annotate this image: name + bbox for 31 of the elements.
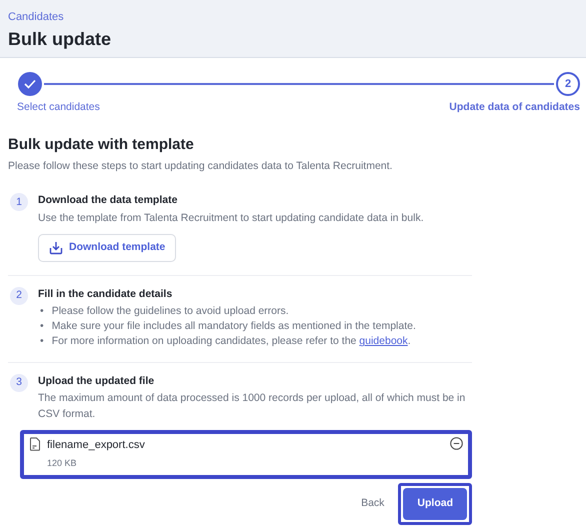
- step-title: Download the data template: [38, 193, 178, 208]
- step-indicator: 2: [556, 72, 580, 96]
- step-number: 2: [10, 287, 28, 306]
- remove-icon[interactable]: [450, 436, 463, 450]
- file-name: filename_export.csv: [47, 438, 146, 453]
- step-label: Update data of candidates: [449, 100, 580, 116]
- file-icon: [29, 436, 41, 451]
- step-description: The maximum amount of data processed is 1000 records per upload, all of which must be in CSV format.: [38, 391, 466, 422]
- breadcrumb-link[interactable]: Candidates: [8, 9, 64, 26]
- bullet-text: Make sure your file includes all mandatory fields as mentioned in the template.: [52, 319, 416, 334]
- section-subtitle: Please follow these steps to start updating candidates data to Talenta Recruitment.: [8, 158, 394, 174]
- bullet-text: For more information on uploading candidates, please refer to the guidebook.: [52, 334, 411, 350]
- file-size: 120 KB: [47, 457, 78, 470]
- guidebook-link[interactable]: guidebook: [359, 335, 408, 348]
- bullet-mark: •: [40, 304, 44, 319]
- check-icon: [24, 79, 36, 90]
- step-label: Select candidates: [17, 100, 100, 116]
- step-number: 1: [10, 193, 28, 212]
- step-title: Upload the updated file: [38, 374, 156, 389]
- step-number: 3: [10, 374, 28, 392]
- bullet-mark: •: [40, 334, 44, 350]
- back-button[interactable]: Back: [361, 496, 384, 512]
- page-title: Bulk update: [8, 28, 112, 51]
- download-template-button[interactable]: Download template: [38, 234, 176, 262]
- bullet-mark: •: [40, 319, 44, 334]
- download-icon: [49, 241, 63, 256]
- section-title: Bulk update with template: [8, 135, 195, 156]
- step-description: Use the template from Talenta Recruitment to start updating candidate data in bulk.: [38, 211, 425, 226]
- upload-button[interactable]: Upload: [403, 488, 467, 520]
- bullet-text: Please follow the guidelines to avoid upload errors.: [52, 304, 289, 319]
- step-title: Fill in the candidate details: [38, 287, 174, 302]
